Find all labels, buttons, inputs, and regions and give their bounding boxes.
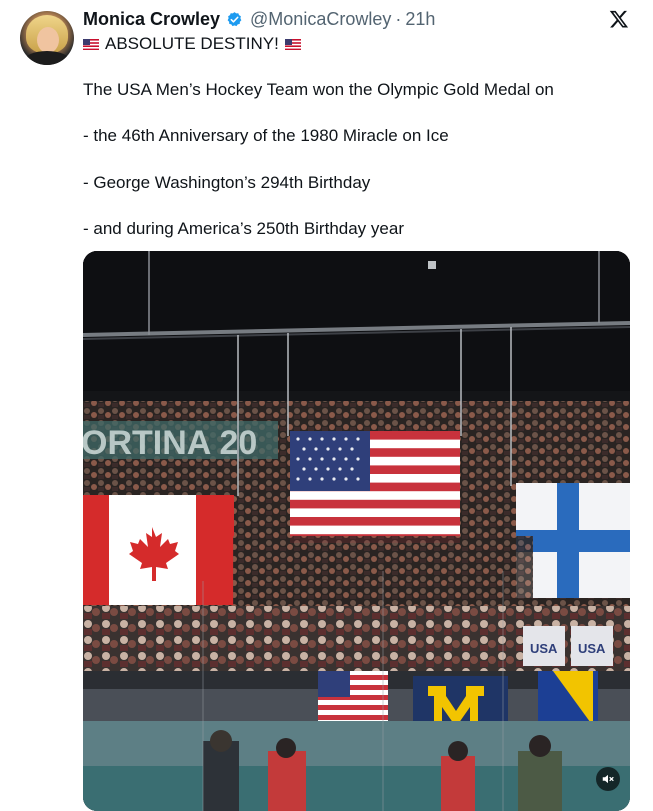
post-header: Monica Crowley @MonicaCrowley · 21h xyxy=(83,6,435,32)
post-video[interactable]: ORTINA 20 USA USA xyxy=(83,251,630,811)
finland-flag xyxy=(516,483,630,598)
usa-flag xyxy=(290,431,460,543)
author-name[interactable]: Monica Crowley xyxy=(83,9,220,30)
post-line: The USA Men’s Hockey Team won the Olympi… xyxy=(83,80,554,99)
arena-banner-text: ORTINA 20 xyxy=(83,424,257,462)
jersey-text: USA xyxy=(530,641,558,656)
post-headline: ABSOLUTE DESTINY! xyxy=(83,33,301,55)
video-frame: ORTINA 20 USA USA xyxy=(83,251,630,811)
us-flag-icon xyxy=(83,39,99,50)
post-line: - the 46th Anniversary of the 1980 Mirac… xyxy=(83,126,449,145)
speaker-muted-icon xyxy=(602,774,614,784)
post-line: - George Washington’s 294th Birthday xyxy=(83,173,371,192)
us-flag-icon xyxy=(284,39,301,50)
post-timestamp[interactable]: 21h xyxy=(405,9,435,30)
hand-held-usa-flag xyxy=(318,671,388,721)
header-separator: · xyxy=(395,8,402,29)
mute-button[interactable] xyxy=(596,767,620,791)
canada-flag xyxy=(83,495,234,605)
x-logo-icon[interactable] xyxy=(609,9,629,29)
post-line: - and during America’s 250th Birthday ye… xyxy=(83,219,404,238)
verified-badge-icon xyxy=(227,11,242,26)
headline-text: ABSOLUTE DESTINY! xyxy=(105,34,279,53)
author-avatar[interactable] xyxy=(20,11,74,65)
jersey-text: USA xyxy=(578,641,606,656)
author-handle[interactable]: @MonicaCrowley xyxy=(250,9,391,30)
